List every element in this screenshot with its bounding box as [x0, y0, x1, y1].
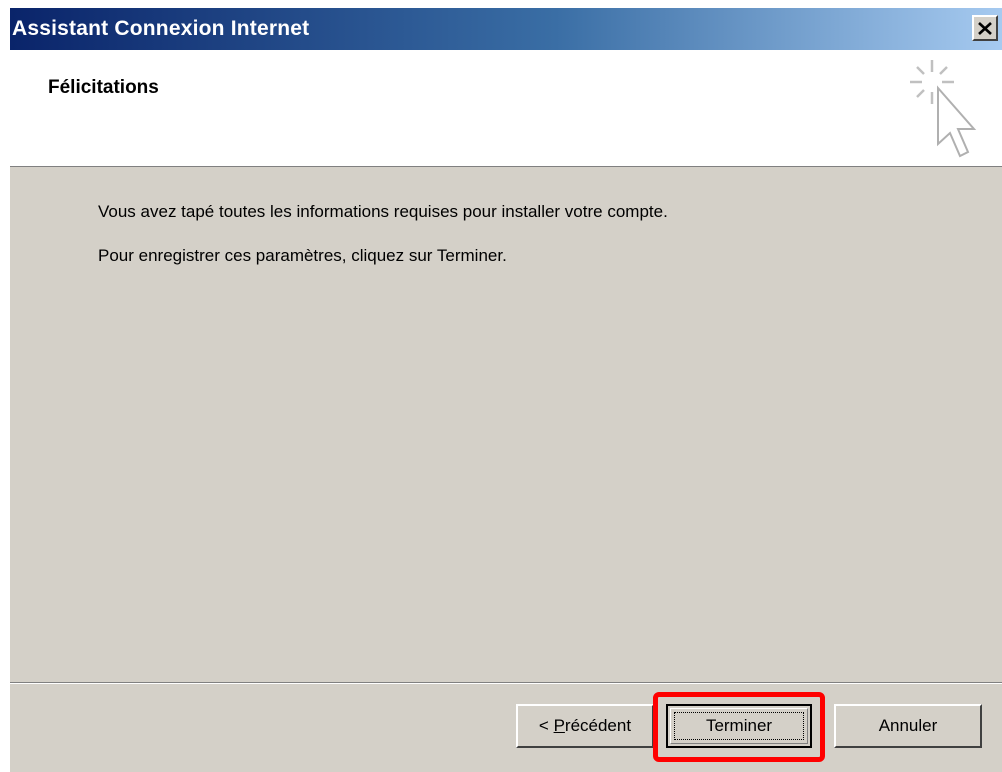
- info-text-complete: Vous avez tapé toutes les informations r…: [98, 202, 668, 221]
- close-icon: [978, 21, 992, 35]
- info-text-save: Pour enregistrer ces paramètres, cliquez…: [98, 246, 507, 265]
- cancel-button[interactable]: Annuler: [834, 704, 982, 748]
- window-title: Assistant Connexion Internet: [12, 17, 310, 40]
- finish-button[interactable]: Terminer: [666, 704, 812, 748]
- previous-button-prefix: <: [538, 716, 554, 735]
- wizard-cursor-sparkle-icon: [910, 60, 977, 158]
- cancel-button-label: Annuler: [878, 716, 938, 735]
- wizard-window: Assistant Connexion Internet Félicitatio…: [10, 8, 1002, 772]
- wizard-header: Félicitations: [10, 50, 1002, 167]
- previous-button-label: récédent: [564, 716, 632, 735]
- previous-button[interactable]: < Précédent: [516, 704, 654, 748]
- previous-button-accelerator: P: [553, 716, 565, 735]
- footer-divider-highlight: [10, 683, 1002, 684]
- finish-button-label: Terminer: [705, 716, 773, 735]
- title-bar[interactable]: Assistant Connexion Internet: [10, 8, 1002, 50]
- close-button[interactable]: [972, 15, 998, 41]
- page-title: Félicitations: [48, 77, 159, 98]
